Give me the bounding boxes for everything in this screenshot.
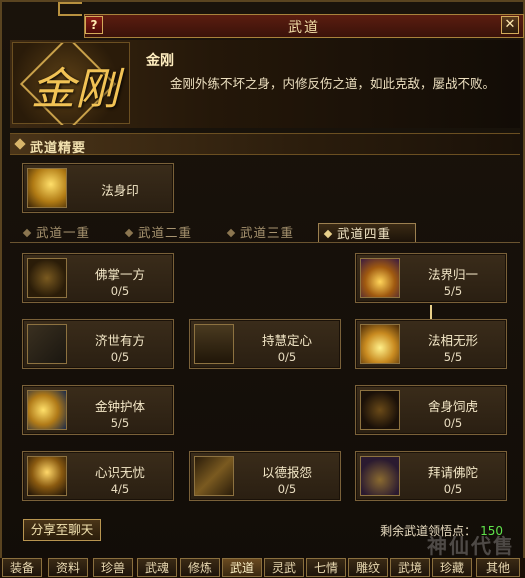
bottom-tab-other[interactable]: 其他 <box>476 558 520 577</box>
share-to-chat-button[interactable]: 分享至聊天 <box>23 519 101 541</box>
skill-card[interactable]: 佛掌一方 0/5 <box>22 253 174 303</box>
shield-icon <box>27 390 67 430</box>
skill-card[interactable]: 法相无形 5/5 <box>355 319 507 369</box>
tab-label: 武道二重 <box>138 225 193 240</box>
tiger-icon <box>360 390 400 430</box>
skill-description: 金刚外练不坏之身，内修反伤之道，如此克敌，屡战不败。 <box>170 76 496 91</box>
skill-name: 以德报怨 <box>261 465 312 480</box>
bottom-tab-pets[interactable]: 珍兽 <box>93 558 133 577</box>
sword-slash-icon <box>194 456 234 496</box>
title-bar[interactable]: 武道 <box>84 14 524 38</box>
skill-card[interactable]: 拜请佛陀 0/5 <box>355 451 507 501</box>
skill-name: 拜请佛陀 <box>427 465 478 480</box>
skill-level: 0/5 <box>443 482 463 496</box>
essence-section-header: 武道精要 <box>10 133 520 156</box>
golden-sword-icon <box>27 168 67 208</box>
tier-tabs: 武道一重 武道二重 武道三重 武道四重 <box>14 223 514 243</box>
tab-label: 武道三重 <box>240 225 295 240</box>
tab-tier-4[interactable]: 武道四重 <box>318 223 416 243</box>
skill-level: 0/5 <box>443 416 463 430</box>
emblem-text: 金刚 <box>31 64 119 115</box>
essence-skill-name: 法身印 <box>101 183 139 198</box>
skill-emblem: 金刚 <box>12 42 130 125</box>
purple-rune-icon <box>360 258 400 298</box>
bottom-tab-profile[interactable]: 资料 <box>48 558 88 577</box>
skill-level: 5/5 <box>110 416 130 430</box>
bottom-tab-collection[interactable]: 珍藏 <box>432 558 472 577</box>
tab-tier-1[interactable]: 武道一重 <box>18 223 116 243</box>
rune-circle-icon <box>27 258 67 298</box>
skill-card[interactable]: 金钟护体 5/5 <box>22 385 174 435</box>
tab-tier-3[interactable]: 武道三重 <box>222 223 320 243</box>
bottom-tab-emotions[interactable]: 七情 <box>306 558 346 577</box>
skill-name: 法界归一 <box>427 267 478 282</box>
tab-label: 武道四重 <box>337 226 392 241</box>
figure-icon <box>194 324 234 364</box>
tabs-divider <box>10 242 520 243</box>
bottom-tab-engraving[interactable]: 雕纹 <box>348 558 388 577</box>
help-button[interactable]: ? <box>85 16 103 34</box>
window-title: 武道 <box>288 20 320 36</box>
skill-name: 持慧定心 <box>261 333 312 348</box>
skill-title: 金刚 <box>146 53 174 69</box>
skill-name: 法相无形 <box>427 333 478 348</box>
skill-level: 0/5 <box>110 350 130 364</box>
skill-name: 金钟护体 <box>94 399 145 414</box>
skill-card[interactable]: 法界归一 5/5 <box>355 253 507 303</box>
diamond-icon <box>226 228 236 238</box>
diamond-icon <box>14 138 26 150</box>
skill-card[interactable]: 舍身饲虎 0/5 <box>355 385 507 435</box>
skill-name: 心识无忧 <box>94 465 145 480</box>
skill-card[interactable]: 心识无忧 4/5 <box>22 451 174 501</box>
buddha-icon <box>360 456 400 496</box>
bottom-tab-cultivation[interactable]: 修炼 <box>180 558 220 577</box>
skill-name: 舍身饲虎 <box>427 399 478 414</box>
glow-hand-icon <box>360 324 400 364</box>
essence-skill-card[interactable]: 法身印 <box>22 163 174 213</box>
bottom-tab-soul[interactable]: 武魂 <box>137 558 177 577</box>
skill-level: 5/5 <box>443 350 463 364</box>
tab-tier-2[interactable]: 武道二重 <box>120 223 218 243</box>
watermark: 神仙代售 <box>427 534 515 558</box>
close-button[interactable]: ✕ <box>501 16 519 34</box>
monk-icon <box>27 456 67 496</box>
diamond-icon <box>124 228 134 238</box>
skill-name: 济世有方 <box>94 333 145 348</box>
diamond-icon <box>22 228 32 238</box>
bottom-tab-wudao[interactable]: 武道 <box>222 558 262 577</box>
frame-ornament <box>58 2 82 16</box>
skill-card[interactable]: 以德报怨 0/5 <box>189 451 341 501</box>
swastika-icon <box>27 324 67 364</box>
skill-card[interactable]: 持慧定心 0/5 <box>189 319 341 369</box>
skill-level: 4/5 <box>110 482 130 496</box>
skill-level: 5/5 <box>443 284 463 298</box>
diamond-icon <box>323 229 333 239</box>
skill-level: 0/5 <box>277 350 297 364</box>
skill-connector <box>430 305 432 319</box>
essence-section-title: 武道精要 <box>30 141 87 156</box>
skill-level: 0/5 <box>277 482 297 496</box>
skill-card[interactable]: 济世有方 0/5 <box>22 319 174 369</box>
bottom-tab-equipment[interactable]: 装备 <box>2 558 42 577</box>
bottom-tab-spirit-weapon[interactable]: 灵武 <box>264 558 304 577</box>
skill-level: 0/5 <box>110 284 130 298</box>
bottom-tab-realm[interactable]: 武境 <box>390 558 430 577</box>
tab-label: 武道一重 <box>36 225 91 240</box>
bottom-tab-bar: 装备 资料 珍兽 武魂 修炼 武道 灵武 七情 雕纹 武境 珍藏 其他 <box>0 558 525 578</box>
skill-name: 佛掌一方 <box>94 267 145 282</box>
